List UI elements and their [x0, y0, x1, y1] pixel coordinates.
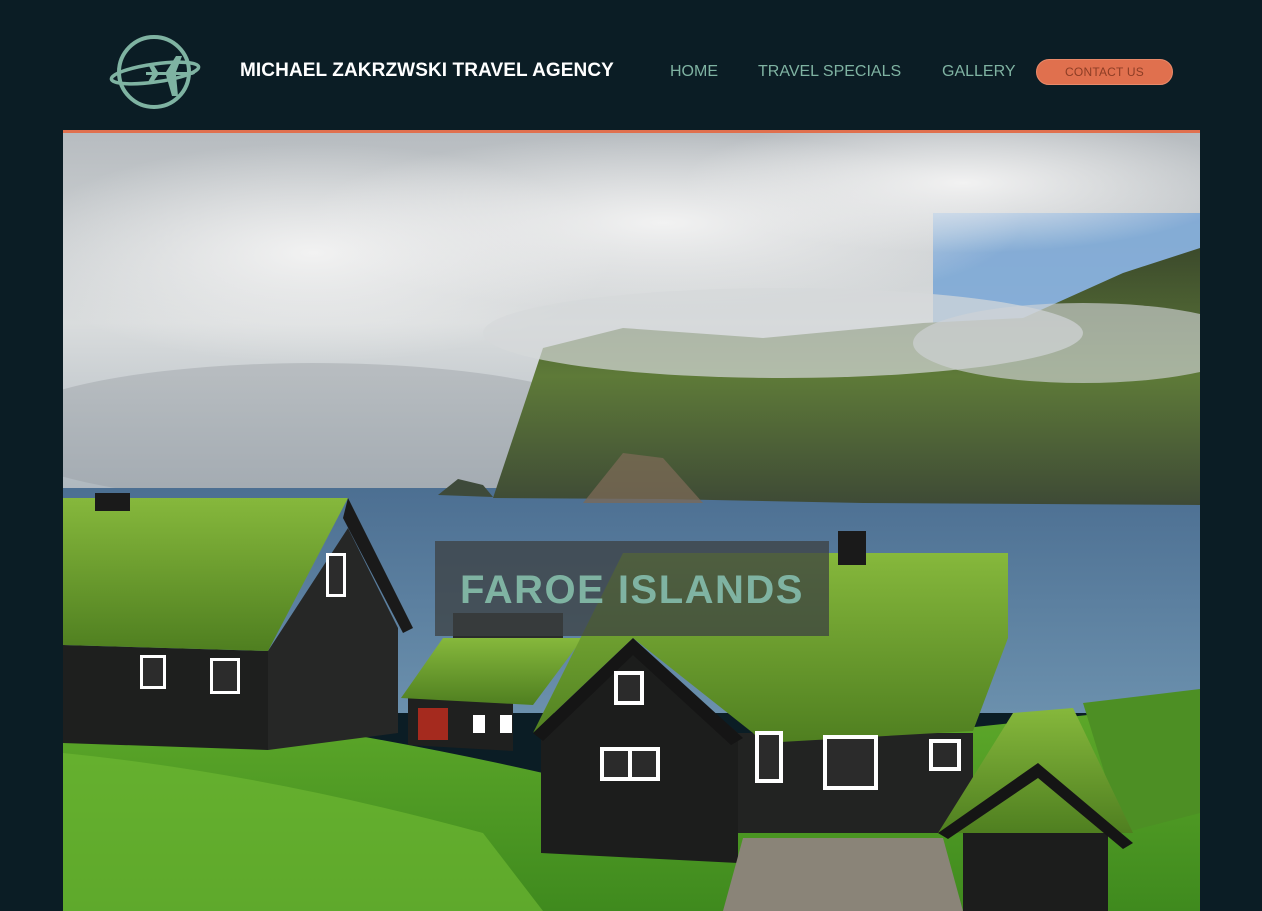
hero-title-box: FAROE ISLANDS	[435, 541, 829, 636]
brand-title[interactable]: MICHAEL ZAKRZWSKI TRAVEL AGENCY	[240, 60, 614, 82]
hero-title: FAROE ISLANDS	[460, 568, 804, 612]
plane-globe-icon[interactable]	[108, 34, 202, 110]
page: MICHAEL ZAKRZWSKI TRAVEL AGENCY HOME TRA…	[0, 0, 1262, 911]
contact-us-button[interactable]: CONTACT US	[1036, 59, 1173, 85]
hero-banner: FAROE ISLANDS	[63, 133, 1200, 911]
nav-home-link[interactable]: HOME	[670, 63, 718, 81]
nav-gallery-link[interactable]: GALLERY	[942, 63, 1016, 81]
nav-travel-specials-link[interactable]: TRAVEL SPECIALS	[758, 63, 901, 81]
site-header: MICHAEL ZAKRZWSKI TRAVEL AGENCY HOME TRA…	[0, 0, 1262, 130]
faroe-landscape-image	[63, 133, 1200, 911]
